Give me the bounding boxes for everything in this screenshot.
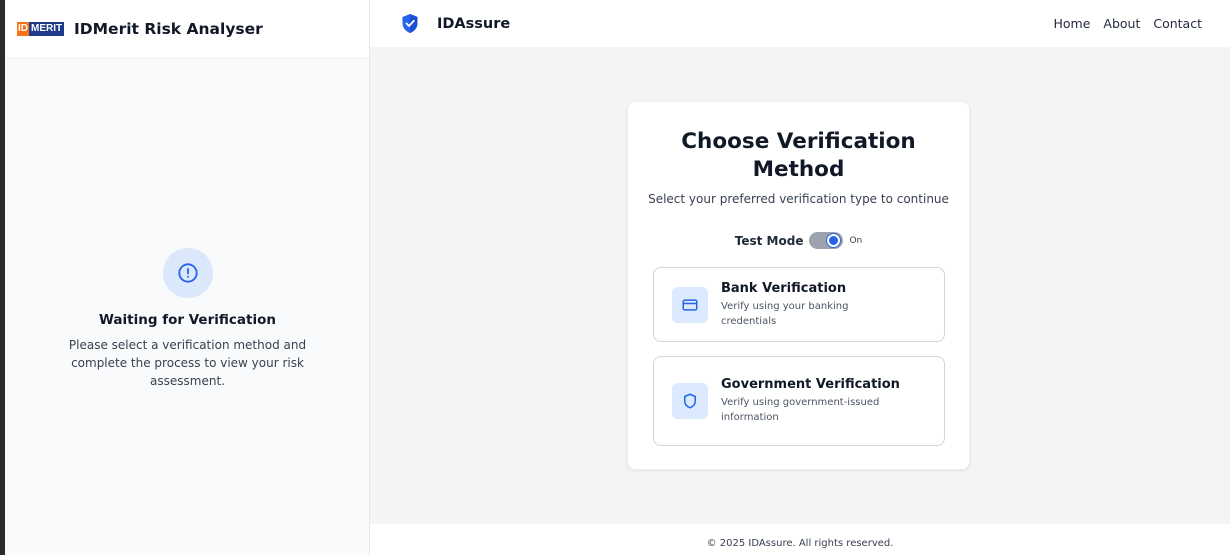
risk-analyser-header: ID MERIT IDMerit Risk Analyser — [5, 0, 369, 59]
test-mode-row: Test Mode On — [628, 232, 969, 249]
test-mode-label: Test Mode — [734, 233, 804, 248]
test-mode-state: On — [849, 235, 863, 246]
test-mode-toggle[interactable] — [809, 232, 844, 249]
government-option-title: Government Verification — [721, 377, 900, 392]
toggle-knob — [827, 234, 841, 247]
risk-analyser-panel: ID MERIT IDMerit Risk Analyser Waiting f… — [5, 0, 370, 555]
government-verification-option[interactable]: Government Verification Verify using gov… — [653, 356, 945, 446]
status-title: Waiting for Verification — [99, 312, 276, 328]
card-subtitle: Select your preferred verification type … — [648, 192, 949, 206]
credit-card-icon — [672, 286, 708, 323]
top-navbar: IDAssure Home About Contact — [370, 0, 1230, 47]
idassure-app: IDAssure Home About Contact Choose Verif… — [370, 0, 1230, 555]
panel-title: IDMerit Risk Analyser — [74, 20, 263, 38]
nav-link-about[interactable]: About — [1103, 16, 1140, 31]
government-option-description: Verify using government-issued informati… — [721, 397, 880, 423]
logo-merit-text: MERIT — [29, 22, 65, 36]
idmerit-logo: ID MERIT — [17, 22, 65, 36]
nav-links: Home About Contact — [1053, 16, 1230, 31]
alert-circle-icon — [162, 248, 213, 298]
verification-method-card: Choose Verification Method Select your p… — [627, 101, 970, 470]
shield-icon — [672, 383, 708, 419]
bank-verification-option[interactable]: Bank Verification Verify using your bank… — [653, 267, 945, 342]
footer: © 2025 IDAssure. All rights reserved. — [370, 524, 1230, 555]
bank-option-text: Bank Verification Verify using your bank… — [721, 281, 891, 329]
bank-option-description: Verify using your banking credentials — [721, 300, 849, 327]
card-title: Choose Verification Method — [681, 129, 916, 182]
bank-option-title: Bank Verification — [721, 280, 847, 296]
brand-name[interactable]: IDAssure — [437, 16, 510, 32]
status-description: Please select a verification method and … — [68, 338, 307, 388]
logo-id-text: ID — [17, 22, 29, 36]
nav-link-home[interactable]: Home — [1053, 16, 1090, 31]
nav-link-contact[interactable]: Contact — [1153, 16, 1202, 31]
government-option-text: Government Verification Verify using gov… — [721, 377, 900, 425]
waiting-status: Waiting for Verification Please select a… — [5, 248, 370, 390]
shield-check-icon — [402, 14, 418, 33]
